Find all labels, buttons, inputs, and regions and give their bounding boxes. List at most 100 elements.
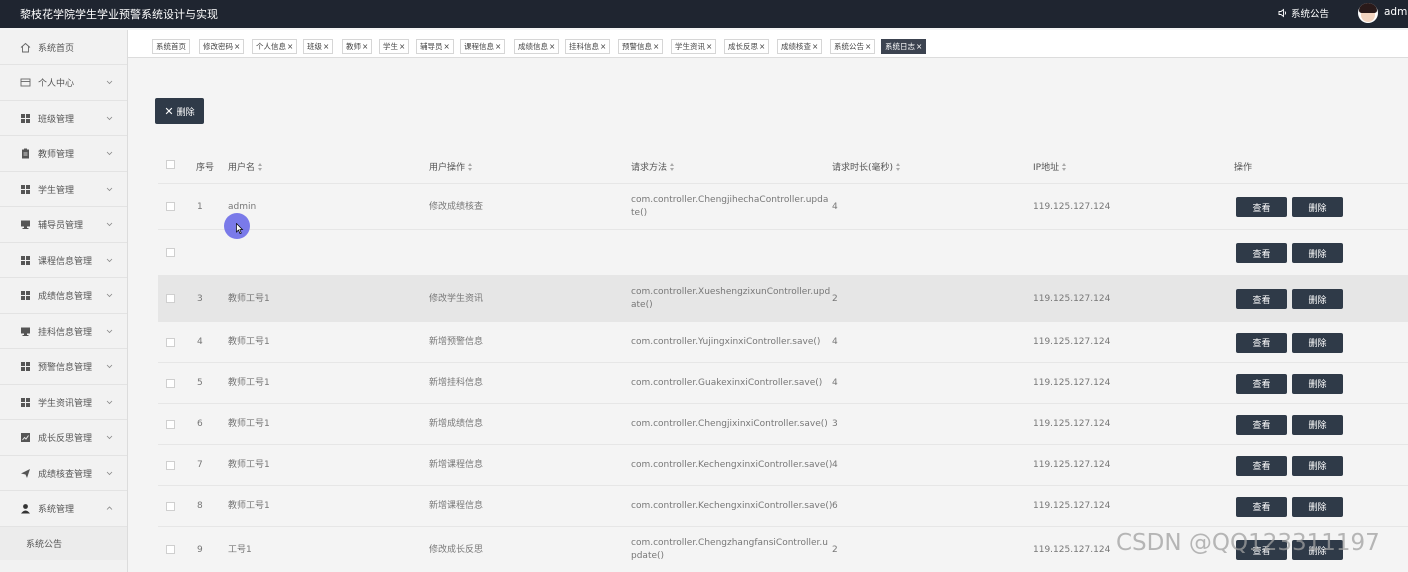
sidebar-item-counselor[interactable]: 辅导员管理: [0, 208, 127, 243]
table-row[interactable]: 4 教师工号1 新增预警信息 com.controller.YujingxinxiCo…: [158, 322, 1408, 363]
view-button[interactable]: 查看: [1236, 455, 1287, 476]
tab-change-password[interactable]: 修改密码 ×: [199, 39, 245, 54]
view-button[interactable]: 查看: [1236, 496, 1287, 517]
column-header-method[interactable]: 请求方法: [631, 160, 675, 173]
select-all-checkbox[interactable]: [166, 160, 175, 169]
table-row[interactable]: 查看 删除: [158, 230, 1408, 276]
table-row[interactable]: 8 教师工号1 新增课程信息 com.controller.KechengxinxiC…: [158, 486, 1408, 527]
sidebar-item-grade-check[interactable]: 成绩核查管理: [0, 456, 127, 491]
tab-grade-info[interactable]: 成绩信息 ×: [514, 39, 560, 54]
table-row[interactable]: 6 教师工号1 新增成绩信息 com.controller.ChengjixinxiC…: [158, 404, 1408, 445]
sidebar-item-grade[interactable]: 成绩信息管理: [0, 279, 127, 314]
delete-button[interactable]: 删除: [1292, 414, 1343, 435]
delete-button[interactable]: 删除: [1292, 197, 1343, 217]
close-icon[interactable]: ×: [600, 42, 606, 51]
tab-growth-reflection[interactable]: 成长反思 ×: [724, 39, 770, 54]
tab-student-news[interactable]: 学生资讯 ×: [671, 39, 717, 54]
tab-system-log[interactable]: 系统日志 ×: [881, 39, 927, 54]
close-icon[interactable]: ×: [812, 42, 818, 51]
tab-student[interactable]: 学生 ×: [379, 39, 410, 54]
sidebar-item-failed-course[interactable]: 挂科信息管理: [0, 314, 127, 349]
view-button[interactable]: 查看: [1236, 414, 1287, 435]
close-icon[interactable]: ×: [653, 42, 659, 51]
view-button[interactable]: 查看: [1236, 373, 1287, 394]
column-header-operation[interactable]: 用户操作: [429, 160, 473, 173]
table-row[interactable]: 7 教师工号1 新增课程信息 com.controller.KechengxinxiC…: [158, 445, 1408, 486]
close-icon[interactable]: ×: [399, 42, 405, 51]
tab-teacher[interactable]: 教师 ×: [342, 39, 373, 54]
row-checkbox[interactable]: [166, 248, 175, 257]
sidebar-item-warning[interactable]: 预警信息管理: [0, 350, 127, 385]
tab-class[interactable]: 班级 ×: [303, 39, 334, 54]
tab-counselor[interactable]: 辅导员 ×: [416, 39, 454, 54]
cell-duration: 4: [832, 337, 838, 347]
delete-button[interactable]: 删除: [1292, 455, 1343, 476]
row-checkbox[interactable]: [166, 419, 175, 429]
row-checkbox[interactable]: [166, 378, 175, 388]
table-row[interactable]: 1 admin 修改成绩核查 com.controller.ChengjihechaC…: [158, 184, 1408, 230]
cell-duration: 4: [832, 460, 838, 470]
close-icon[interactable]: ×: [234, 42, 240, 51]
cell-duration: 2: [832, 544, 838, 555]
close-icon[interactable]: ×: [287, 42, 293, 51]
tab-grade-check[interactable]: 成绩核查 ×: [777, 39, 823, 54]
delete-button[interactable]: 删除: [1292, 289, 1343, 309]
view-button[interactable]: 查看: [1236, 197, 1287, 217]
row-checkbox[interactable]: [166, 202, 175, 211]
cell-username: 工号1: [228, 544, 252, 555]
username[interactable]: admin: [1384, 6, 1408, 18]
table-row[interactable]: 3 教师工号1 修改学生资讯 com.controller.Xueshengzixun…: [158, 276, 1408, 322]
sidebar-item-course[interactable]: 课程信息管理: [0, 243, 127, 278]
tab-failed-course-info[interactable]: 挂科信息 ×: [565, 39, 611, 54]
cell-operation: 修改学生资讯: [429, 293, 484, 304]
delete-button[interactable]: 删除: [1292, 243, 1343, 263]
avatar[interactable]: [1358, 3, 1378, 23]
tab-home[interactable]: 系统首页: [152, 39, 190, 54]
view-button[interactable]: 查看: [1236, 289, 1287, 309]
cell-ip: 119.125.127.124: [1033, 501, 1111, 511]
close-icon[interactable]: ×: [495, 42, 501, 51]
row-checkbox[interactable]: [166, 337, 175, 347]
column-header-ip[interactable]: IP地址: [1033, 160, 1067, 173]
sidebar-item-personal-center[interactable]: 个人中心: [0, 66, 127, 101]
tab-system-notice[interactable]: 系统公告 ×: [830, 39, 876, 54]
close-icon[interactable]: ×: [759, 42, 765, 51]
close-icon[interactable]: ×: [444, 42, 450, 51]
view-button[interactable]: 查看: [1236, 332, 1287, 353]
tab-warning-info[interactable]: 预警信息 ×: [618, 39, 664, 54]
sidebar-item-system[interactable]: 系统管理: [0, 492, 127, 527]
batch-delete-button[interactable]: ✕ 删除: [155, 98, 204, 124]
sidebar-item-growth-reflection[interactable]: 成长反思管理: [0, 421, 127, 456]
delete-button[interactable]: 删除: [1292, 496, 1343, 517]
close-icon[interactable]: ×: [362, 42, 368, 51]
column-header-username[interactable]: 用户名: [228, 160, 263, 173]
row-checkbox[interactable]: [166, 545, 175, 554]
tab-course-info[interactable]: 课程信息 ×: [460, 39, 506, 54]
view-button[interactable]: 查看: [1236, 243, 1287, 263]
batch-delete-label: 删除: [176, 107, 195, 118]
table-row[interactable]: 5 教师工号1 新增挂科信息 com.controller.GuakexinxiCon…: [158, 363, 1408, 404]
row-checkbox[interactable]: [166, 501, 175, 511]
sidebar-subitem-system-notice[interactable]: 系统公告: [0, 527, 127, 560]
tab-personal-info[interactable]: 个人信息 ×: [252, 39, 298, 54]
sidebar-item-home[interactable]: 系统首页: [0, 30, 127, 65]
cell-method-line: com.controller.KechengxinxiController.sa…: [631, 501, 833, 511]
close-icon[interactable]: ×: [865, 42, 871, 51]
delete-button[interactable]: 删除: [1292, 373, 1343, 394]
sidebar-item-student-news[interactable]: 学生资讯管理: [0, 385, 127, 420]
delete-button[interactable]: 删除: [1292, 332, 1343, 353]
sidebar-item-student[interactable]: 学生管理: [0, 172, 127, 207]
close-icon[interactable]: ×: [706, 42, 712, 51]
close-icon[interactable]: ×: [549, 42, 555, 51]
sidebar-item-label: 系统管理: [38, 505, 75, 515]
close-icon[interactable]: ×: [323, 42, 329, 51]
row-checkbox[interactable]: [166, 294, 175, 303]
sidebar-item-class[interactable]: 班级管理: [0, 101, 127, 136]
system-notice-link[interactable]: 系统公告: [1278, 6, 1329, 20]
column-header-duration[interactable]: 请求时长(毫秒): [832, 160, 901, 173]
id-card-icon: [20, 77, 31, 88]
sidebar-item-teacher[interactable]: 教师管理: [0, 137, 127, 172]
sidebar-item-label: 班级管理: [38, 114, 75, 125]
row-checkbox[interactable]: [166, 460, 175, 470]
close-icon[interactable]: ×: [916, 42, 922, 51]
